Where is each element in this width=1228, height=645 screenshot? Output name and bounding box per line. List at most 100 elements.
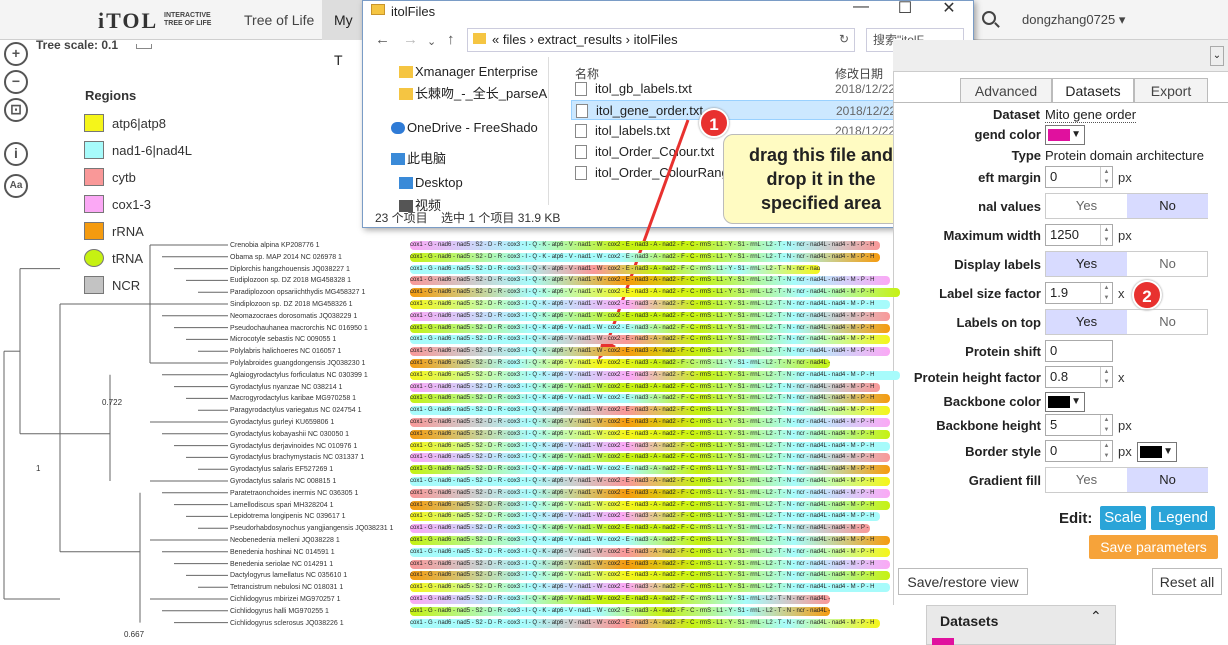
gene-order-strip: cox1 - G - nad6 - nad5 - S2 - D - R - co…: [410, 311, 890, 321]
refresh-icon[interactable]: ↻: [839, 32, 849, 46]
dataset-value[interactable]: Mito gene order: [1045, 107, 1137, 123]
gene-order-strip: cox1 - G - nad6 - nad5 - S2 - D - R - co…: [410, 394, 890, 404]
nav-tree-of-life[interactable]: Tree of Life: [232, 0, 326, 40]
legend-swatch: [84, 276, 104, 294]
edit-legend-button[interactable]: Legend: [1151, 506, 1215, 530]
species-label[interactable]: Lamellodiscus spari MH328204 1: [230, 501, 334, 511]
chevron-up-icon[interactable]: ⌃: [1090, 608, 1102, 625]
tab-export[interactable]: Export: [1134, 78, 1208, 102]
datasets-section-title: Datasets: [940, 613, 999, 629]
legend-swatch: [84, 249, 104, 267]
border-color-picker[interactable]: ▼: [1137, 442, 1177, 462]
protein-shift-input[interactable]: 0: [1045, 340, 1113, 362]
gradient-fill-toggle[interactable]: Yes No: [1045, 467, 1208, 493]
species-label[interactable]: Dactylogyrus lamellatus NC 035610 1: [230, 571, 347, 581]
species-label[interactable]: Polylabris halichoeres NC 016057 1: [230, 347, 341, 357]
species-label[interactable]: Paradiplozoon opsariichthydis MG458327 1: [230, 288, 365, 298]
chevron-down-icon[interactable]: ⌄: [427, 35, 436, 48]
search-icon[interactable]: [982, 11, 996, 25]
internal-values-toggle[interactable]: Yes No: [1045, 193, 1208, 219]
gene-order-strip: cox1 - G - nad6 - nad5 - S2 - D - R - co…: [410, 606, 830, 616]
gene-order-strip: cox1 - G - nad6 - nad5 - S2 - D - R - co…: [410, 571, 890, 581]
reset-all-button[interactable]: Reset all: [1152, 568, 1222, 595]
left-margin-label: eft margin: [978, 170, 1041, 185]
species-label[interactable]: Neomazocraes dorosomatis JQ038229 1: [230, 312, 357, 322]
font-size-icon[interactable]: Aa: [4, 174, 28, 198]
save-parameters-button[interactable]: Save parameters: [1089, 535, 1218, 559]
legend-title: Regions: [85, 88, 137, 103]
address-bar[interactable]: « files › extract_results › itolFiles: [467, 28, 855, 52]
species-label[interactable]: Lepidotrema longipenis NC 039617 1: [230, 512, 346, 522]
tab-datasets[interactable]: Datasets: [1052, 78, 1134, 102]
tab-advanced[interactable]: Advanced: [960, 78, 1052, 102]
display-labels-toggle[interactable]: Yes No: [1045, 251, 1208, 277]
info-icon[interactable]: i: [4, 142, 28, 166]
species-label[interactable]: Aglaiogyrodactylus forficulatus NC 03039…: [230, 371, 368, 381]
minimize-icon[interactable]: —: [841, 0, 881, 16]
forward-arrow-icon[interactable]: →: [403, 31, 418, 48]
species-label[interactable]: Cichlidogyrus mbirizei MG970257 1: [230, 595, 341, 605]
edit-scale-button[interactable]: Scale: [1100, 506, 1146, 530]
protein-height-label: Protein height factor: [913, 370, 1041, 385]
itol-logo[interactable]: iTOL: [98, 8, 158, 34]
nav-pane-item[interactable]: Desktop: [399, 172, 463, 194]
species-label[interactable]: Cichlidogyrus sclerosus JQ038226 1: [230, 619, 344, 629]
up-arrow-icon[interactable]: ↑: [447, 31, 455, 48]
labels-on-top-toggle[interactable]: Yes No: [1045, 309, 1208, 335]
species-label[interactable]: Diplorchis hangzhouensis JQ038227 1: [230, 265, 350, 275]
border-style-input[interactable]: 0 ▲ ▼: [1045, 440, 1113, 462]
nav-my-trees[interactable]: My T: [322, 0, 366, 68]
nav-pane-item[interactable]: OneDrive - FreeShado: [391, 117, 538, 139]
species-label[interactable]: Macrogyrodactylus karibae MG970258 1: [230, 394, 356, 404]
species-label[interactable]: Gyrodactylus salaris NC 008815 1: [230, 477, 336, 487]
species-label[interactable]: Neobenedenia melleni JQ038228 1: [230, 536, 340, 546]
nav-pane-item[interactable]: 长棘吻_-_全长_parseA: [399, 83, 547, 105]
backbone-color-picker[interactable]: ▼: [1045, 392, 1085, 412]
nav-pane-item[interactable]: 此电脑: [391, 148, 446, 170]
species-label[interactable]: Benedenia seriolae NC 014291 1: [230, 560, 333, 570]
species-label[interactable]: Obama sp. MAP 2014 NC 026978 1: [230, 253, 342, 263]
gene-order-strip: cox1 - G - nad6 - nad5 - S2 - D - R - co…: [410, 382, 880, 392]
species-label[interactable]: Polylabroides guangdongensis JQ038230 1: [230, 359, 365, 369]
save-restore-view-button[interactable]: Save/restore view: [898, 568, 1028, 595]
text-file-icon: [575, 145, 587, 159]
backbone-height-input[interactable]: 5 ▲ ▼: [1045, 414, 1113, 436]
species-label[interactable]: Gyrodactylus kobayashii NC 030050 1: [230, 430, 349, 440]
zoom-out-icon[interactable]: −: [4, 70, 28, 94]
unit-label: x: [1118, 370, 1125, 385]
zoom-in-icon[interactable]: +: [4, 42, 28, 66]
maximize-icon[interactable]: ☐: [885, 0, 925, 18]
step-badge-2: 2: [1132, 280, 1162, 310]
species-label[interactable]: Crenobia alpina KP208776 1: [230, 241, 320, 251]
nav-pane-item[interactable]: 视频: [399, 195, 441, 217]
species-label[interactable]: Pseudorhabdosynochus yangjiangensis JQ03…: [230, 524, 393, 534]
legend-color-picker[interactable]: ▼: [1045, 125, 1085, 145]
species-label[interactable]: Microcotyle sebastis NC 009055 1: [230, 335, 336, 345]
species-label[interactable]: Sindiplozoon sp. DZ 2018 MG458326 1: [230, 300, 353, 310]
species-label[interactable]: Gyrodactylus brachymystacis NC 031337 1: [230, 453, 364, 463]
species-label[interactable]: Cichlidogyrus halli MG970255 1: [230, 607, 329, 617]
user-menu[interactable]: dongzhang0725 ▾: [1022, 0, 1125, 40]
left-margin-input[interactable]: 0 ▲ ▼: [1045, 166, 1113, 188]
species-label[interactable]: Eudiplozoon sp. DZ 2018 MG458328 1: [230, 276, 351, 286]
species-label[interactable]: Tetrancistrum nebulosi NC 018031 1: [230, 583, 343, 593]
species-label[interactable]: Gyrodactylus salaris EF527269 1: [230, 465, 333, 475]
species-label[interactable]: Paratetraonchoides inermis NC 036305 1: [230, 489, 358, 499]
back-arrow-icon[interactable]: ←: [375, 31, 390, 48]
species-label[interactable]: Benedenia hoshinai NC 014591 1: [230, 548, 335, 558]
max-width-input[interactable]: 1250 ▲ ▼: [1045, 224, 1113, 246]
protein-height-input[interactable]: 0.8 ▲ ▼: [1045, 366, 1113, 388]
species-label[interactable]: Gyrodactylus nyanzae NC 038214 1: [230, 383, 342, 393]
species-label[interactable]: Paragyrodactylus variegatus NC 024754 1: [230, 406, 362, 416]
species-label[interactable]: Pseudochauhanea macrorchis NC 016950 1: [230, 324, 368, 334]
collapse-icon[interactable]: ⌄: [1210, 46, 1224, 66]
nav-pane-item[interactable]: Xmanager Enterprise: [399, 61, 538, 83]
fit-icon[interactable]: ⊡: [4, 98, 28, 122]
legend-label: nad1-6|nad4L: [112, 143, 193, 158]
gene-order-strip: cox1 - G - nad6 - nad5 - S2 - D - R - co…: [410, 441, 890, 451]
close-icon[interactable]: ✕: [929, 0, 969, 18]
label-size-input[interactable]: 1.9 ▲ ▼: [1045, 282, 1113, 304]
species-label[interactable]: Gyrodactylus gurleyi KU659806 1: [230, 418, 334, 428]
gene-order-strip: cox1 - G - nad6 - nad5 - S2 - D - R - co…: [410, 583, 890, 593]
species-label[interactable]: Gyrodactylus derjavinoides NC 010976 1: [230, 442, 357, 452]
